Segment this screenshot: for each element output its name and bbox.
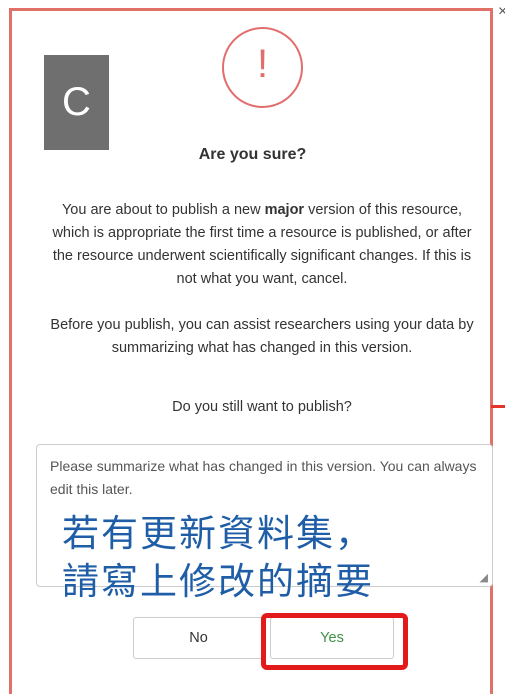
screenshot-page: × ! C Are you sure? You are about to pub… bbox=[0, 0, 505, 694]
dialog-body: You are about to publish a new major ver… bbox=[42, 199, 482, 360]
body-text-bold: major bbox=[264, 202, 305, 218]
summary-placeholder: Please summarize what has changed in thi… bbox=[50, 458, 477, 497]
red-marker bbox=[491, 405, 505, 408]
warning-icon: ! bbox=[222, 27, 303, 108]
exclamation-icon: ! bbox=[256, 42, 269, 86]
dialog-question: Do you still want to publish? bbox=[172, 399, 352, 415]
body-text-pre: You are about to publish a new bbox=[61, 202, 265, 218]
annotation-line-2: 請寫上修改的摘要 bbox=[62, 561, 374, 602]
resize-handle-icon[interactable]: ◢ bbox=[480, 571, 488, 584]
step-badge: C bbox=[44, 55, 109, 150]
dialog-title: Are you sure? bbox=[198, 146, 307, 163]
close-icon[interactable]: × bbox=[498, 4, 505, 20]
body-paragraph-1: You are about to publish a new major ver… bbox=[42, 199, 482, 291]
yes-button-highlight bbox=[261, 613, 408, 670]
annotation-line-1: 若有更新資料集， bbox=[62, 513, 374, 554]
no-button[interactable]: No bbox=[133, 617, 264, 659]
body-paragraph-2: Before you publish, you can assist resea… bbox=[50, 317, 474, 356]
chinese-annotation: 若有更新資料集， 請寫上修改的摘要 bbox=[62, 510, 374, 606]
